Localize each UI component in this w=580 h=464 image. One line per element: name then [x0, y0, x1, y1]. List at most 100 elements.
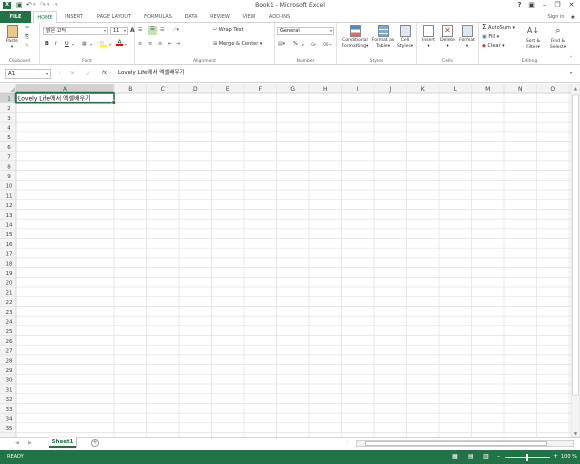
column-header-g[interactable]: G: [290, 86, 295, 93]
row-header-30[interactable]: 30: [6, 378, 13, 384]
merge-center-button[interactable]: ⊞ Merge & Center ▾: [213, 41, 262, 48]
row-header-16[interactable]: 16: [6, 242, 13, 248]
underline-dropdown-icon[interactable]: ▾: [72, 41, 74, 48]
accounting-format-icon[interactable]: ▤▾: [278, 41, 285, 48]
worksheet-grid[interactable]: A B C D E F G H I J K L M N O 1 2 3 4 5 6 7 8 9 10 11 12 13 14 15 16 17…: [0, 83, 580, 438]
cell-a1-text[interactable]: Lovely Life에서 엑셀배우기: [18, 94, 91, 102]
row-header-8[interactable]: 8: [7, 164, 11, 170]
number-format-combo[interactable]: General ▾: [277, 27, 334, 35]
row-header-31[interactable]: 31: [6, 387, 13, 393]
copy-icon[interactable]: ⎘: [25, 34, 29, 41]
paste-button[interactable]: Paste ▾: [3, 25, 21, 50]
format-cells-button[interactable]: Format ▾: [457, 25, 477, 49]
row-header-3[interactable]: 3: [7, 116, 11, 122]
row-header-9[interactable]: 9: [7, 174, 11, 180]
column-header-i[interactable]: I: [357, 86, 359, 93]
row-header-20[interactable]: 20: [6, 281, 13, 287]
minimize-icon[interactable]: –: [539, 1, 550, 10]
cut-icon[interactable]: ✂: [25, 25, 29, 32]
wrap-text-button[interactable]: ↵ Wrap Text: [213, 27, 244, 34]
row-header-28[interactable]: 28: [6, 358, 13, 364]
borders-dropdown-icon[interactable]: ▾: [90, 41, 92, 48]
expand-formula-bar-icon[interactable]: ▾: [570, 70, 572, 75]
scroll-up-icon[interactable]: ▲: [574, 87, 578, 92]
fill-button[interactable]: ▣ Fill ▾: [482, 34, 499, 41]
increase-decimal-icon[interactable]: .0←: [310, 41, 317, 48]
center-icon[interactable]: ≡: [148, 41, 152, 48]
fill-color-icon[interactable]: ◇: [100, 40, 107, 47]
font-color-dropdown-icon[interactable]: ▾: [125, 41, 127, 48]
column-header-m[interactable]: M: [485, 86, 490, 93]
decrease-decimal-icon[interactable]: .00→: [322, 41, 332, 48]
name-box-dropdown-icon[interactable]: ▾: [46, 70, 48, 78]
row-header-1[interactable]: 1: [7, 96, 11, 102]
tab-data[interactable]: DATA: [180, 11, 202, 23]
percent-style-button[interactable]: %: [293, 41, 298, 48]
cancel-icon[interactable]: ✕: [70, 70, 75, 77]
italic-button[interactable]: I: [55, 41, 56, 48]
row-header-29[interactable]: 29: [6, 368, 13, 374]
format-as-table-button[interactable]: Format as Table▾: [371, 25, 395, 49]
bold-button[interactable]: B: [45, 41, 49, 48]
row-header-33[interactable]: 33: [6, 407, 13, 413]
column-header-b[interactable]: B: [128, 86, 132, 93]
row-header-2[interactable]: 2: [7, 106, 11, 112]
more-options-icon[interactable]: ⋮: [57, 70, 62, 76]
font-color-icon[interactable]: A: [116, 40, 123, 47]
help-icon[interactable]: ?: [514, 1, 525, 10]
formula-input[interactable]: Lovely Life에서 엑셀배우기: [116, 69, 574, 79]
row-header-26[interactable]: 26: [6, 339, 13, 345]
row-header-32[interactable]: 32: [6, 397, 13, 403]
zoom-slider-thumb[interactable]: [526, 454, 528, 461]
row-header-35[interactable]: 35: [6, 426, 13, 432]
row-header-4[interactable]: 4: [7, 126, 11, 132]
format-painter-icon[interactable]: ✎: [25, 43, 29, 50]
zoom-in-icon[interactable]: +: [553, 453, 558, 460]
top-align-icon[interactable]: ☰: [138, 27, 142, 34]
fill-color-dropdown-icon[interactable]: ▾: [109, 41, 111, 48]
sign-in-link[interactable]: Sign in: [545, 11, 567, 23]
orientation-icon[interactable]: ⟋▾: [173, 27, 179, 34]
row-header-17[interactable]: 17: [6, 252, 13, 258]
row-header-13[interactable]: 13: [6, 213, 13, 219]
zoom-out-icon[interactable]: –: [497, 453, 500, 460]
enter-icon[interactable]: ✓: [86, 70, 91, 77]
row-header-7[interactable]: 7: [7, 155, 11, 161]
grow-font-button[interactable]: A: [130, 27, 135, 34]
row-header-10[interactable]: 10: [6, 184, 13, 190]
row-header-14[interactable]: 14: [6, 223, 13, 229]
row-header-19[interactable]: 19: [6, 271, 13, 277]
middle-align-icon[interactable]: ☰: [148, 26, 157, 35]
tab-page-layout[interactable]: PAGE LAYOUT: [92, 11, 136, 23]
conditional-formatting-button[interactable]: Conditional Formatting▾: [339, 25, 371, 49]
row-header-5[interactable]: 5: [7, 135, 11, 141]
increase-indent-icon[interactable]: ⇥: [176, 41, 180, 48]
column-header-h[interactable]: H: [323, 86, 328, 93]
tab-formulas[interactable]: FORMULAS: [139, 11, 177, 23]
find-select-button[interactable]: ⌕ Find & Select▾: [547, 25, 569, 50]
row-header-23[interactable]: 23: [6, 310, 13, 316]
tab-view[interactable]: VIEW: [238, 11, 260, 23]
row-header-24[interactable]: 24: [6, 320, 13, 326]
new-sheet-icon[interactable]: +: [91, 439, 99, 447]
clear-button[interactable]: ◆ Clear ▾: [482, 43, 505, 50]
sort-filter-button[interactable]: A↓ Sort & Filter▾: [521, 25, 545, 50]
font-name-combo[interactable]: 맑은 고딕 ▾: [43, 27, 108, 35]
borders-icon[interactable]: ▦: [82, 41, 87, 48]
restore-icon[interactable]: ❐: [552, 1, 563, 10]
account-avatar-icon[interactable]: ●: [567, 11, 579, 23]
page-break-view-icon[interactable]: ▥: [483, 453, 489, 460]
row-header-22[interactable]: 22: [6, 300, 13, 306]
tab-file[interactable]: FILE: [0, 11, 31, 23]
insert-function-button[interactable]: fx: [102, 70, 107, 76]
row-header-25[interactable]: 25: [6, 329, 13, 335]
autosum-button[interactable]: Σ AutoSum ▾: [482, 24, 515, 32]
align-right-icon[interactable]: ≡: [158, 41, 162, 48]
row-header-34[interactable]: 34: [6, 417, 13, 423]
row-header-15[interactable]: 15: [6, 232, 13, 238]
row-header-12[interactable]: 12: [6, 203, 13, 209]
underline-button[interactable]: U: [65, 41, 69, 48]
next-sheet-icon[interactable]: ▶: [28, 440, 32, 446]
font-size-combo[interactable]: 11 ▾: [110, 27, 128, 35]
close-icon[interactable]: ✕: [566, 1, 577, 10]
